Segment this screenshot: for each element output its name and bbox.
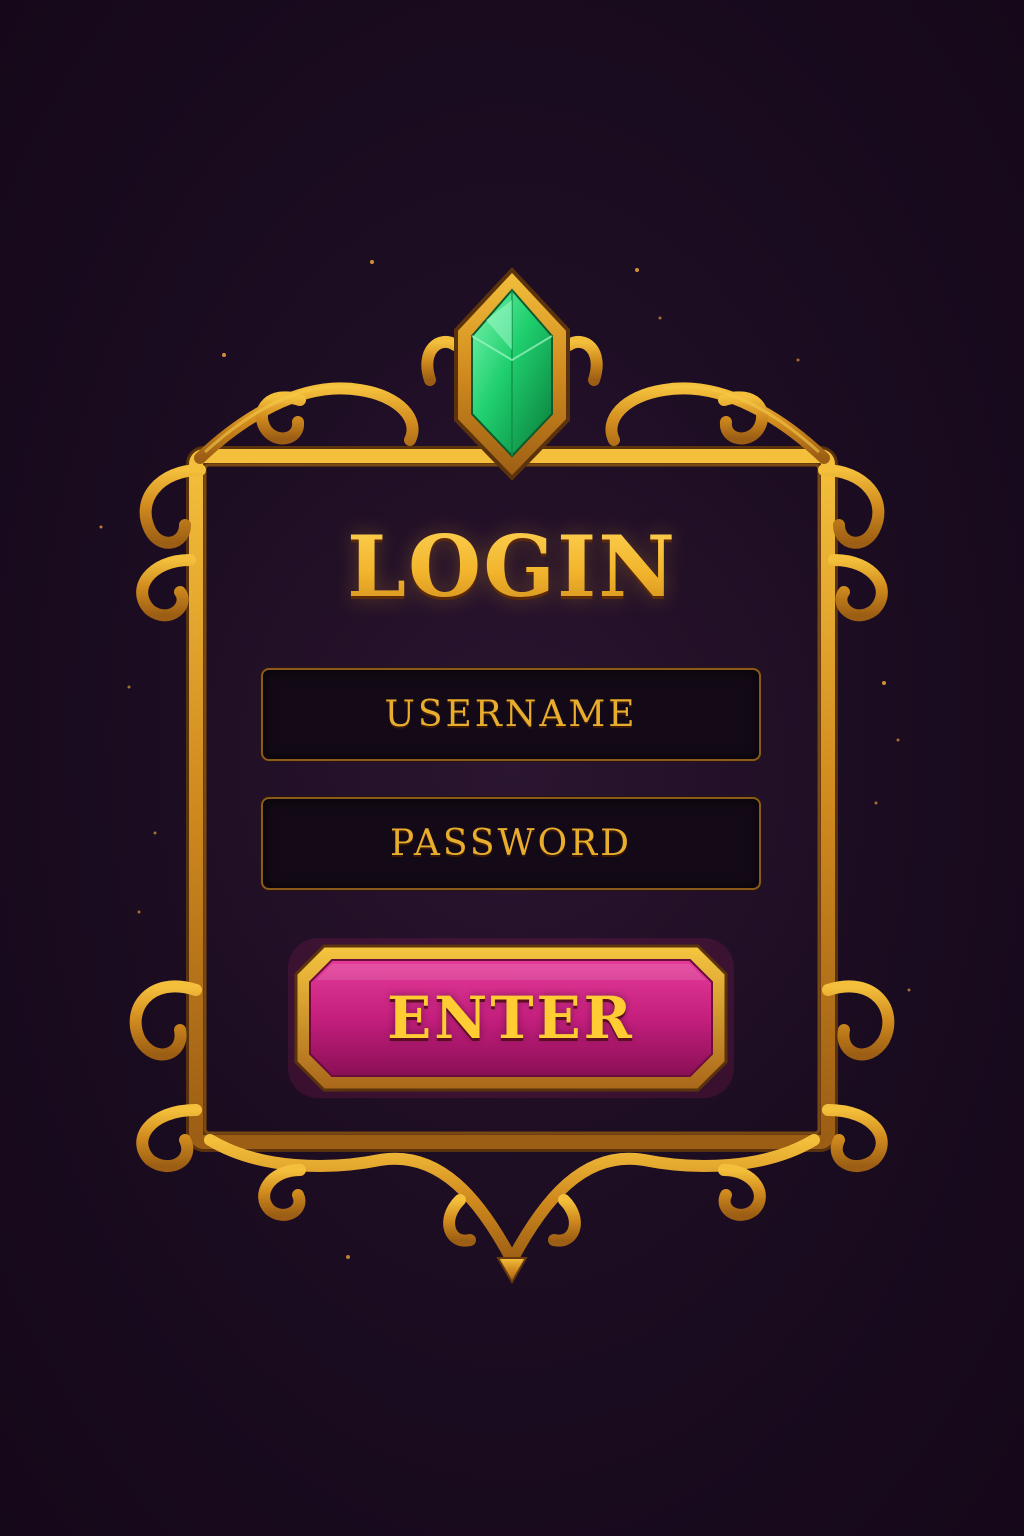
login-title: LOGIN <box>212 512 812 622</box>
ornate-gold-frame <box>129 267 895 1284</box>
password-field[interactable]: PASSWORD <box>261 797 761 890</box>
username-placeholder: USERNAME <box>384 694 638 735</box>
enter-button[interactable]: ENTER <box>288 938 734 1098</box>
enter-button-label: ENTER <box>387 984 635 1052</box>
password-placeholder: PASSWORD <box>389 823 633 864</box>
username-field[interactable]: USERNAME <box>261 668 761 761</box>
